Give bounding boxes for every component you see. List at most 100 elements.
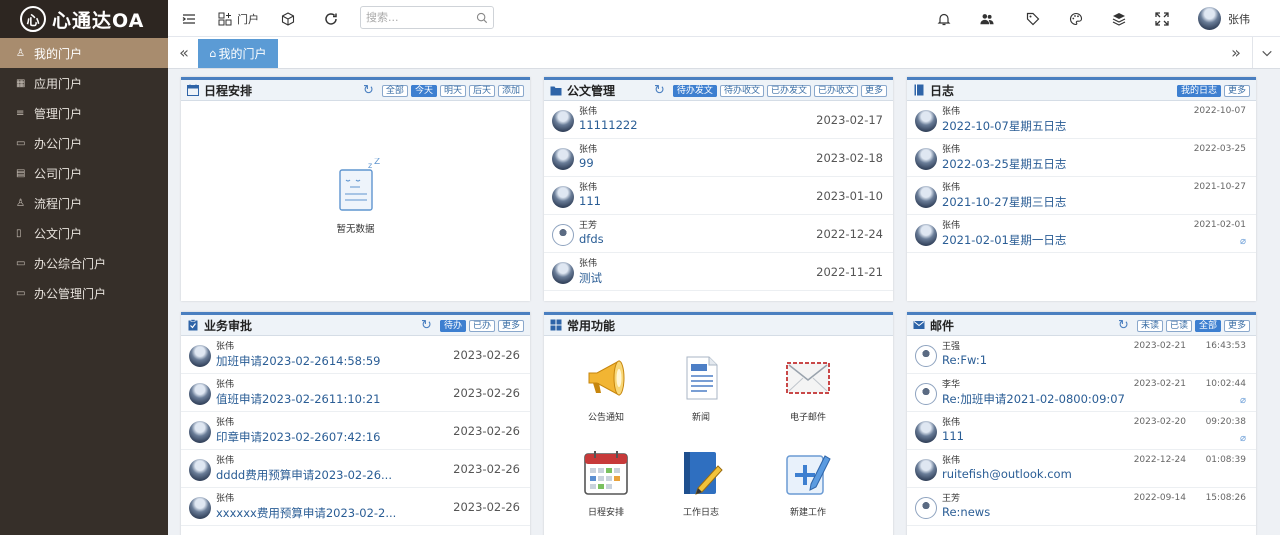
subject-link[interactable]: 2021-10-27星期三日志 <box>942 194 1066 210</box>
sender-name: 张伟 <box>942 145 961 155</box>
subject-link[interactable]: 2022-10-07星期五日志 <box>942 118 1066 134</box>
row-date: 2023-02-20 <box>1133 417 1186 427</box>
palette-icon[interactable] <box>1069 0 1083 37</box>
bell-icon[interactable] <box>937 0 951 37</box>
documents-filter-button[interactable]: 更多 <box>860 85 887 97</box>
approval-panel: 业务审批 ↻ 待办 已办 更多 张伟 加班申请2023-02-2614:58:59 20… <box>181 312 530 535</box>
documents-row[interactable]: 张伟 测试 2022-11-21 <box>544 253 893 291</box>
schedule-refresh-icon[interactable]: ↻ <box>363 83 374 98</box>
sidebar-item[interactable]: ▭ 办公综合门户 <box>0 248 168 278</box>
documents-filter-button[interactable]: 待办收文 <box>719 85 764 97</box>
mail-refresh-icon[interactable]: ↻ <box>1118 318 1129 333</box>
subject-link[interactable]: Re:Fw:1 <box>942 353 987 367</box>
search-icon[interactable] <box>476 12 488 24</box>
tab-scroll-left-icon[interactable]: « <box>170 37 198 68</box>
approval-filter-button[interactable]: 更多 <box>497 320 524 332</box>
subject-link[interactable]: dfds <box>579 232 604 246</box>
sidebar-item[interactable]: ♙ 我的门户 <box>0 38 168 68</box>
subject-link[interactable]: 测试 <box>579 270 602 286</box>
mail-row[interactable]: 李华 Re:加班申请2021-02-0800:09:07 2023-02-21 10:… <box>907 374 1256 412</box>
func-announcement[interactable]: 公告通知 <box>566 353 646 423</box>
mail-row[interactable]: 王强 Re:Fw:1 2023-02-21 16:43:53 <box>907 336 1256 374</box>
sidebar-item[interactable]: ▭ 办公管理门户 <box>0 278 168 308</box>
avatar <box>189 345 211 367</box>
schedule-filter-button[interactable]: 全部 <box>381 85 408 97</box>
approval-refresh-icon[interactable]: ↻ <box>421 318 432 333</box>
sidebar-item[interactable]: ▦ 应用门户 <box>0 68 168 98</box>
func-email[interactable]: 电子邮件 <box>768 353 848 423</box>
documents-row[interactable]: 张伟 111 2023-01-10 <box>544 177 893 215</box>
approval-row[interactable]: 张伟 dddd费用预算申请2023-02-26... 2023-02-26 <box>181 450 530 488</box>
cube-icon[interactable] <box>281 0 295 37</box>
menu-toggle-icon[interactable] <box>182 0 196 37</box>
diary-row[interactable]: 张伟 2021-02-01星期一日志 2021-02-01 ⌀ <box>907 215 1256 253</box>
sidebar-item[interactable]: ▯ 公文门户 <box>0 218 168 248</box>
diary-row[interactable]: 张伟 2022-10-07星期五日志 2022-10-07 <box>907 101 1256 139</box>
subject-link[interactable]: xxxxxx费用预算申请2023-02-2... <box>216 505 396 521</box>
mail-filter-button[interactable]: 更多 <box>1223 320 1250 332</box>
subject-link[interactable]: 印章申请2023-02-2607:42:16 <box>216 429 380 445</box>
schedule-filter-button[interactable]: 添加 <box>497 85 524 97</box>
documents-refresh-icon[interactable]: ↻ <box>654 83 665 98</box>
approval-filter-button[interactable]: 已办 <box>468 320 495 332</box>
mail-filter-button[interactable]: 全部 <box>1194 320 1221 332</box>
subject-link[interactable]: 99 <box>579 156 594 170</box>
documents-row[interactable]: 张伟 99 2023-02-18 <box>544 139 893 177</box>
tab-scroll-right-icon[interactable]: » <box>1222 37 1250 68</box>
documents-filter-button[interactable]: 已办收文 <box>813 85 858 97</box>
subject-link[interactable]: 11111222 <box>579 118 638 132</box>
fullscreen-icon[interactable] <box>1155 0 1169 37</box>
func-news[interactable]: 新闻 <box>661 353 741 423</box>
diary-filter-button[interactable]: 我的日志 <box>1176 85 1221 97</box>
schedule-filter-button[interactable]: 明天 <box>439 85 466 97</box>
documents-row[interactable]: 王芳 dfds 2022-12-24 <box>544 215 893 253</box>
diary-row[interactable]: 张伟 2022-03-25星期五日志 2022-03-25 <box>907 139 1256 177</box>
contacts-icon[interactable] <box>980 0 994 37</box>
diary-row[interactable]: 张伟 2021-10-27星期三日志 2021-10-27 <box>907 177 1256 215</box>
func-new-work[interactable]: 新建工作 <box>768 448 848 518</box>
diary-filter-button[interactable]: 更多 <box>1223 85 1250 97</box>
sidebar-item[interactable]: ♙ 流程门户 <box>0 188 168 218</box>
approval-row[interactable]: 张伟 印章申请2023-02-2607:42:16 2023-02-26 <box>181 412 530 450</box>
subject-link[interactable]: 2022-03-25星期五日志 <box>942 156 1066 172</box>
approval-filter-button[interactable]: 待办 <box>439 320 466 332</box>
sidebar-item[interactable]: ▤ 公司门户 <box>0 158 168 188</box>
subject-link[interactable]: Re:加班申请2021-02-0800:09:07 <box>942 391 1125 407</box>
mail-row[interactable]: 张伟 ruitefish@outlook.com 2022-12-24 01:08:3… <box>907 450 1256 488</box>
approval-row[interactable]: 张伟 加班申请2023-02-2614:58:59 2023-02-26 <box>181 336 530 374</box>
documents-row[interactable]: 张伟 11111222 2023-02-17 <box>544 101 893 139</box>
mail-row[interactable]: 王芳 Re:news 2022-09-14 15:08:26 <box>907 488 1256 526</box>
tab-dropdown-icon[interactable] <box>1252 37 1280 68</box>
schedule-filter-button[interactable]: 后天 <box>468 85 495 97</box>
subject-link[interactable]: ruitefish@outlook.com <box>942 467 1072 481</box>
user-menu[interactable]: 张伟 <box>1198 0 1250 37</box>
layers-icon[interactable] <box>1112 0 1126 37</box>
window-icon: ▭ <box>16 257 26 269</box>
documents-filter-button[interactable]: 已办发文 <box>766 85 811 97</box>
subject-link[interactable]: dddd费用预算申请2023-02-26... <box>216 467 392 483</box>
sidebar-item[interactable]: ▭ 办公门户 <box>0 128 168 158</box>
sidebar-item[interactable]: ≡ 管理门户 <box>0 98 168 128</box>
mail-row[interactable]: 张伟 111 2023-02-20 09:20:38 ⌀ <box>907 412 1256 450</box>
subject-link[interactable]: 111 <box>942 429 964 443</box>
func-work-log[interactable]: 工作日志 <box>661 448 741 518</box>
search-input[interactable] <box>366 11 476 24</box>
window-icon: ▭ <box>16 137 26 149</box>
approval-row[interactable]: 张伟 xxxxxx费用预算申请2023-02-2... 2023-02-26 <box>181 488 530 526</box>
mail-filter-button[interactable]: 已读 <box>1165 320 1192 332</box>
subject-link[interactable]: 2021-02-01星期一日志 <box>942 232 1066 248</box>
schedule-filter-button[interactable]: 今天 <box>410 85 437 97</box>
documents-filter-button[interactable]: 待办发文 <box>672 85 717 97</box>
mail-filter-button[interactable]: 未读 <box>1136 320 1163 332</box>
func-calendar[interactable]: 日程安排 <box>566 448 646 518</box>
subject-link[interactable]: 111 <box>579 194 601 208</box>
app-logo[interactable]: 心 心通达OA <box>0 0 168 38</box>
approval-row[interactable]: 张伟 值班申请2023-02-2611:10:21 2023-02-26 <box>181 374 530 412</box>
tag-icon[interactable] <box>1026 0 1040 37</box>
subject-link[interactable]: Re:news <box>942 505 990 519</box>
subject-link[interactable]: 值班申请2023-02-2611:10:21 <box>216 391 380 407</box>
tab-my-portal[interactable]: ⌂ 我的门户 <box>198 39 278 68</box>
portal-button[interactable]: 门户 <box>218 0 259 37</box>
subject-link[interactable]: 加班申请2023-02-2614:58:59 <box>216 353 380 369</box>
refresh-icon[interactable] <box>324 0 338 37</box>
